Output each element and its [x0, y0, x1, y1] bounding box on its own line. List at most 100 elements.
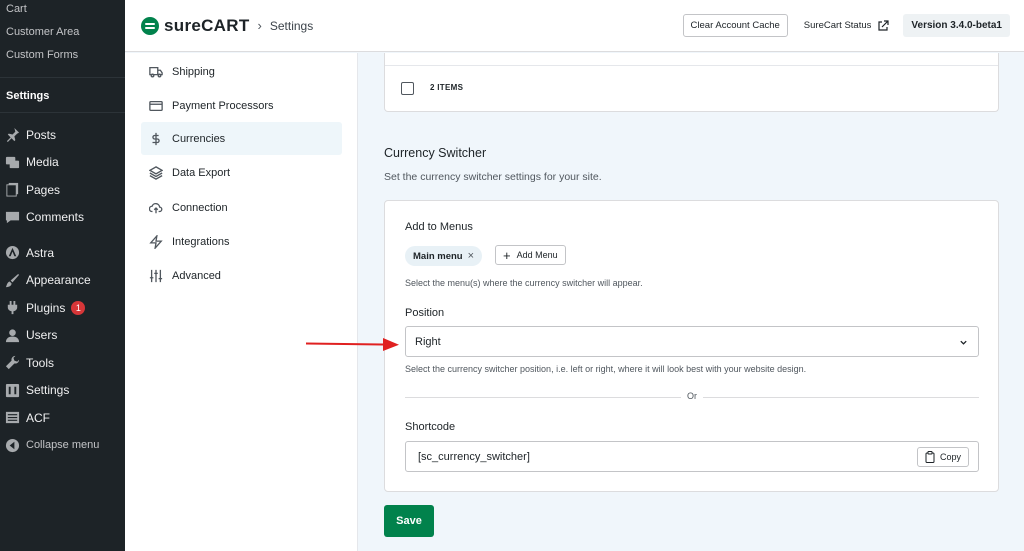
- wp-menu-label: Media: [26, 155, 59, 170]
- wp-menu-users[interactable]: Users: [0, 322, 125, 350]
- settings-icon: [4, 382, 20, 398]
- status-link-label: SureCart Status: [803, 20, 872, 31]
- menu-tag-label: Main menu: [413, 250, 463, 262]
- users-icon: [4, 327, 20, 343]
- plugins-update-badge: 1: [71, 300, 86, 315]
- nav-label: Shipping: [172, 65, 215, 78]
- astra-icon: [4, 245, 20, 261]
- comments-icon: [4, 209, 20, 225]
- logo-text: sureCART: [164, 15, 250, 35]
- divider: [385, 65, 998, 66]
- zap-icon: [149, 234, 163, 249]
- menus-help-text: Select the menu(s) where the currency sw…: [405, 278, 643, 288]
- wp-menu-label: Users: [26, 328, 58, 343]
- wp-menu-label: Astra: [26, 245, 55, 260]
- clear-account-cache-button[interactable]: Clear Account Cache: [682, 14, 788, 37]
- shortcode-field[interactable]: [sc_currency_switcher] Copy: [405, 441, 979, 472]
- acf-icon: [4, 410, 20, 426]
- collapse-menu-button[interactable]: Collapse menu: [0, 432, 125, 460]
- nav-data-export[interactable]: Data Export: [141, 156, 342, 189]
- copy-button[interactable]: Copy: [916, 447, 969, 467]
- surecart-logo[interactable]: sureCART: [141, 16, 250, 36]
- wp-menu-pages[interactable]: Pages: [0, 176, 125, 204]
- position-value: Right: [415, 335, 441, 348]
- plugins-icon: [4, 300, 20, 316]
- layers-icon: [149, 165, 163, 180]
- nav-integrations[interactable]: Integrations: [141, 225, 342, 258]
- wp-menu-appearance[interactable]: Appearance: [0, 267, 125, 295]
- collapse-label: Collapse menu: [26, 439, 100, 452]
- wp-menu-posts[interactable]: Posts: [0, 121, 125, 149]
- nav-shipping[interactable]: Shipping: [141, 55, 342, 88]
- version-badge: Version 3.4.0-beta1: [903, 14, 1010, 37]
- items-count: 2 ITEMS: [430, 83, 464, 92]
- nav-advanced[interactable]: Advanced: [141, 259, 342, 292]
- wp-main-menu: Posts Media Pages Comments Astra Appeara…: [0, 121, 125, 459]
- wp-menu-settings[interactable]: Settings: [0, 377, 125, 405]
- surecart-status-link[interactable]: SureCart Status: [803, 19, 890, 32]
- remove-tag-icon[interactable]: ×: [468, 250, 474, 262]
- divider-line: [405, 397, 681, 398]
- wp-menu-label: Pages: [26, 182, 61, 197]
- wp-menu-label: ACF: [26, 410, 50, 425]
- wp-menu-tools[interactable]: Tools: [0, 349, 125, 377]
- or-text: Or: [687, 391, 697, 401]
- cloud-upload-icon: [149, 202, 163, 213]
- media-icon: [4, 154, 20, 170]
- wp-menu-label: Tools: [26, 355, 55, 370]
- submenu-custom-forms[interactable]: Custom Forms: [0, 44, 125, 67]
- add-menu-button[interactable]: + Add Menu: [495, 245, 566, 265]
- clipboard-icon: [925, 451, 935, 463]
- wp-menu-media[interactable]: Media: [0, 149, 125, 177]
- shortcode-value: [sc_currency_switcher]: [418, 450, 530, 463]
- select-all-checkbox[interactable]: [401, 82, 414, 95]
- section-title: Currency Switcher: [384, 146, 487, 160]
- position-select[interactable]: Right: [405, 326, 979, 357]
- currency-switcher-card: Add to Menus Main menu × + Add Menu Sele…: [384, 200, 999, 492]
- plus-icon: +: [503, 247, 511, 263]
- nav-label: Currencies: [172, 132, 226, 145]
- submenu-customer-area[interactable]: Customer Area: [0, 21, 125, 44]
- chevron-down-icon: [960, 340, 967, 345]
- settings-nav: Shipping Payment Processors Currencies D…: [125, 53, 358, 551]
- wp-menu-plugins[interactable]: Plugins 1: [0, 294, 125, 322]
- nav-currencies[interactable]: Currencies: [141, 122, 342, 155]
- wp-menu-label: Posts: [26, 127, 57, 142]
- currencies-list-card: 2 ITEMS: [384, 53, 999, 112]
- copy-label: Copy: [939, 452, 961, 462]
- position-help-text: Select the currency switcher position, i…: [405, 364, 807, 374]
- wp-menu-astra[interactable]: Astra: [0, 239, 125, 267]
- position-label: Position: [405, 307, 445, 319]
- truck-icon: [149, 66, 163, 77]
- section-description: Set the currency switcher settings for y…: [384, 171, 602, 183]
- nav-label: Integrations: [172, 235, 230, 248]
- surecart-header: sureCART › Settings Clear Account Cache …: [125, 0, 1024, 52]
- save-button[interactable]: Save: [384, 505, 434, 537]
- sliders-icon: [149, 269, 163, 282]
- appearance-icon: [4, 272, 20, 288]
- wp-menu-label: Appearance: [26, 273, 91, 288]
- wp-menu-label: Settings: [26, 383, 70, 398]
- main-content: 2 ITEMS Currency Switcher Set the curren…: [358, 53, 1024, 551]
- surecart-logo-icon: [141, 16, 159, 35]
- header-actions: Clear Account Cache SureCart Status Vers…: [682, 14, 1010, 37]
- dollar-icon: [152, 132, 160, 145]
- collapse-icon: [4, 437, 20, 453]
- add-menu-label: Add Menu: [516, 250, 558, 260]
- submenu-settings-current[interactable]: Settings: [0, 77, 125, 113]
- card-icon: [149, 100, 163, 111]
- nav-label: Advanced: [172, 269, 221, 282]
- wp-menu-comments[interactable]: Comments: [0, 204, 125, 232]
- nav-label: Data Export: [172, 166, 231, 179]
- wp-admin-sidebar: Cart Customer Area Custom Forms Settings…: [0, 0, 125, 551]
- shortcode-label: Shortcode: [405, 421, 456, 433]
- nav-label: Connection: [172, 201, 228, 214]
- or-divider: Or: [405, 391, 979, 403]
- nav-payment-processors[interactable]: Payment Processors: [141, 89, 342, 122]
- nav-connection[interactable]: Connection: [141, 191, 342, 224]
- wp-menu-acf[interactable]: ACF: [0, 404, 125, 432]
- divider-line: [703, 397, 979, 398]
- submenu-cart[interactable]: Cart: [0, 0, 125, 21]
- add-to-menus-label: Add to Menus: [405, 221, 473, 233]
- pages-icon: [4, 182, 20, 198]
